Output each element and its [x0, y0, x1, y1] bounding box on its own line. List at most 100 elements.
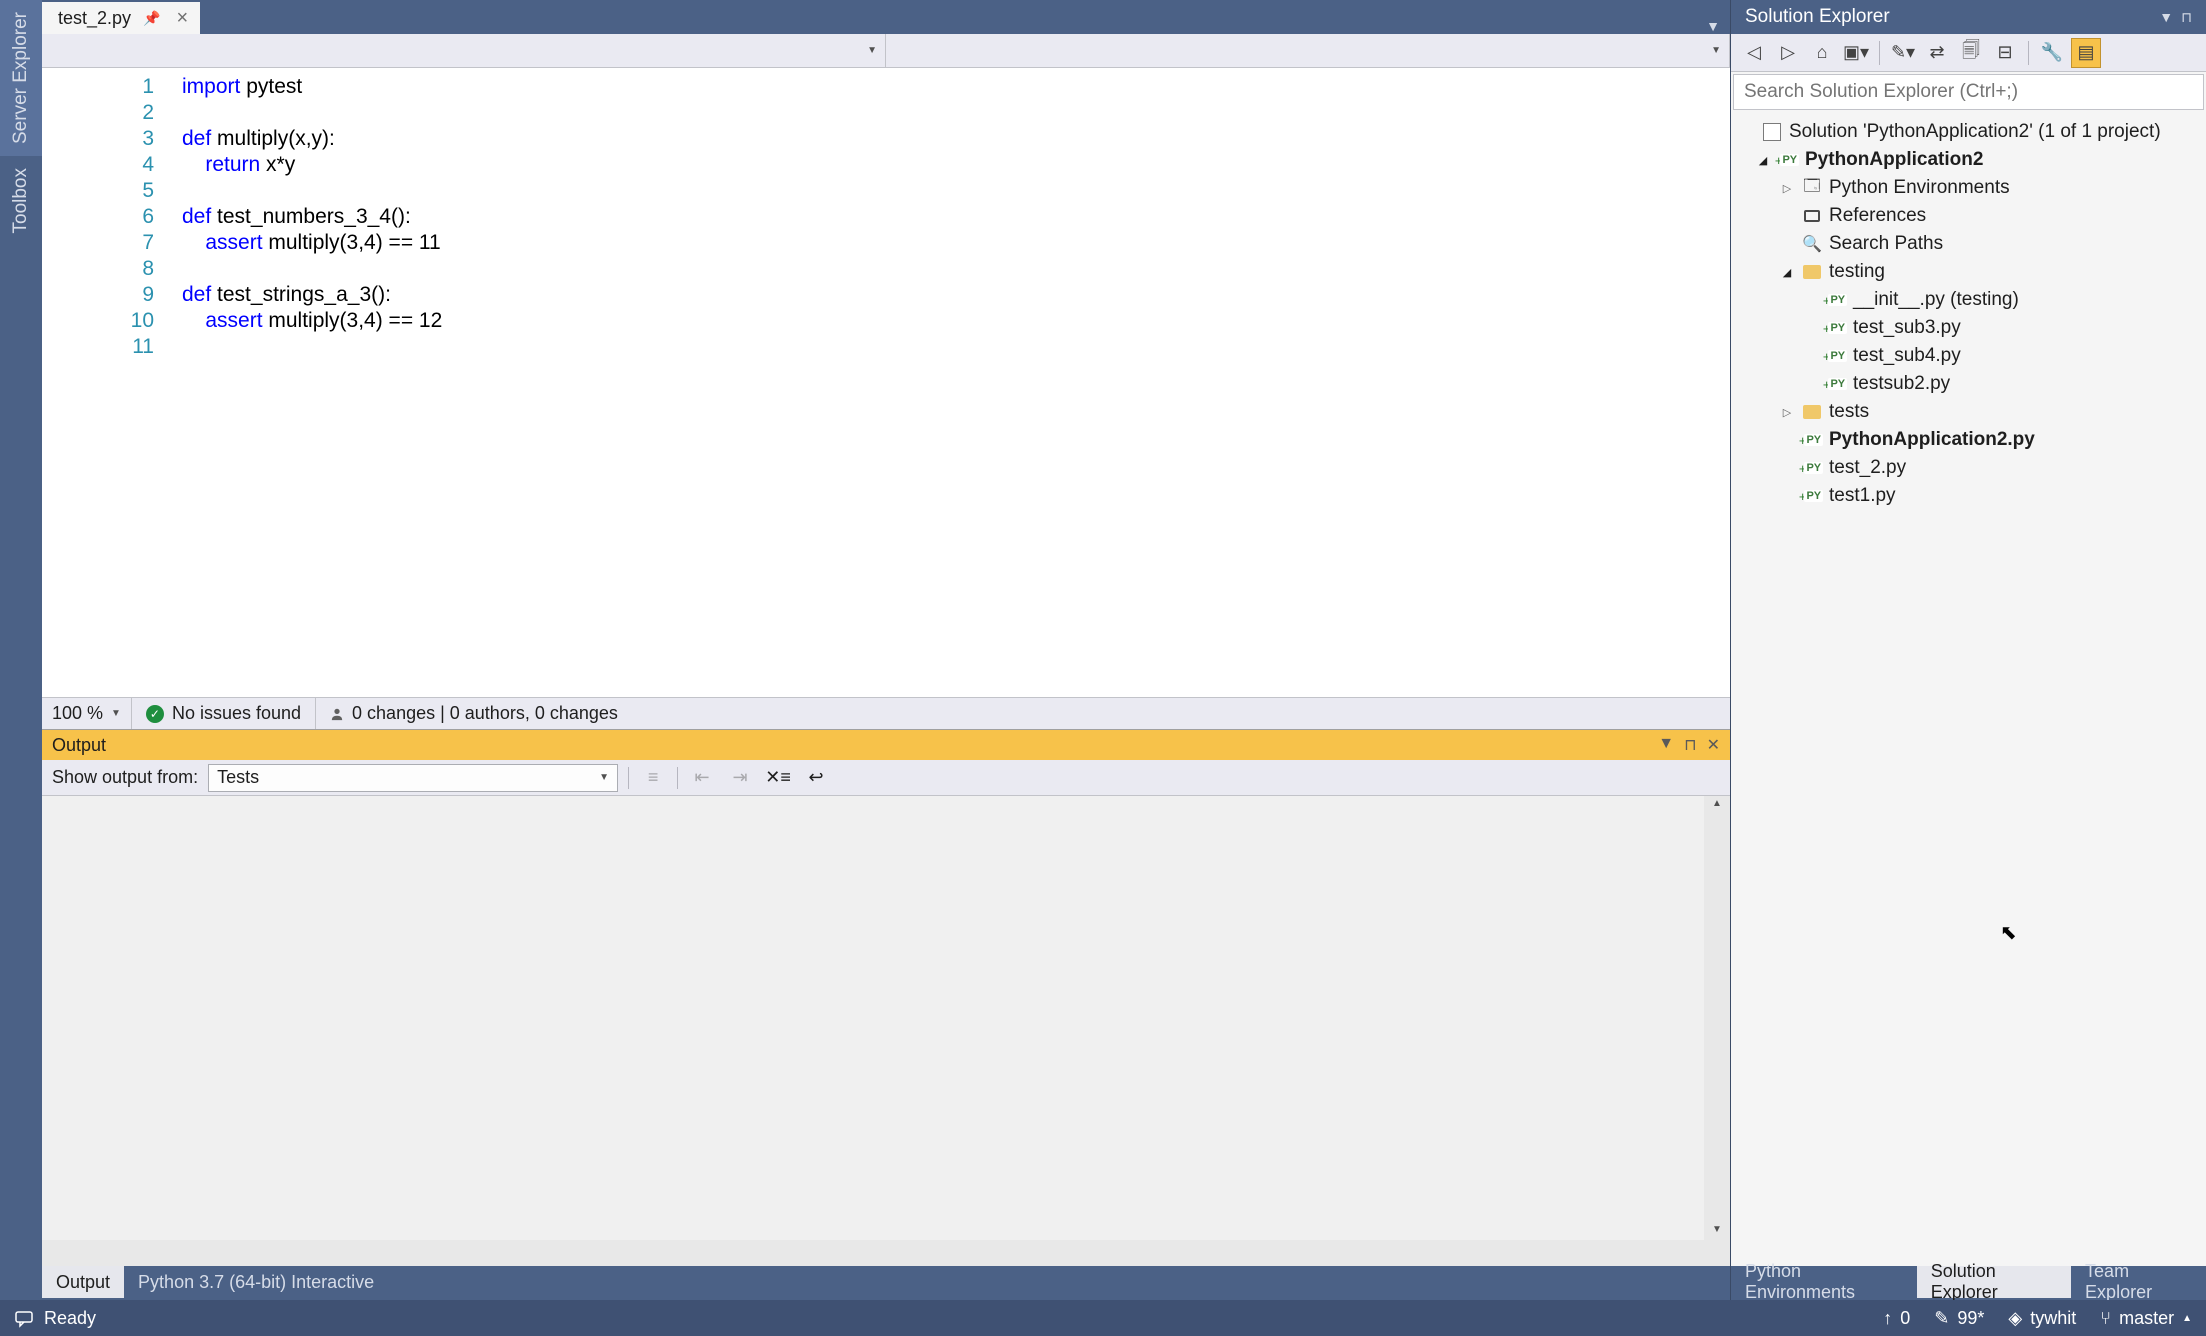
clear-all-icon[interactable]: ✕≡ — [764, 764, 792, 792]
tab-python-environments[interactable]: Python Environments — [1731, 1266, 1917, 1298]
references-node[interactable]: References — [1731, 202, 2206, 230]
project-node[interactable]: +PY PythonApplication2 — [1731, 146, 2206, 174]
tree-label: Python Environments — [1829, 177, 2010, 199]
tab-solution-explorer[interactable]: Solution Explorer — [1917, 1266, 2071, 1298]
chevron-down-icon: ▼ — [599, 772, 609, 783]
forward-icon[interactable]: ▷ — [1773, 38, 1803, 68]
tab-output[interactable]: Output — [42, 1266, 124, 1298]
sync-active-icon[interactable]: ⇄ — [1922, 38, 1952, 68]
tree-label: __init__.py (testing) — [1853, 289, 2019, 311]
scroll-up-icon[interactable]: ▲ — [1708, 798, 1726, 812]
user-icon — [330, 707, 344, 721]
word-wrap-icon[interactable]: ↩ — [802, 764, 830, 792]
file-test1[interactable]: +PY test1.py — [1731, 482, 2206, 510]
bottom-tool-tabs-left: Output Python 3.7 (64-bit) Interactive — [42, 1266, 1730, 1300]
tab-team-explorer[interactable]: Team Explorer — [2071, 1266, 2206, 1298]
folder-icon — [1801, 261, 1823, 283]
file-main-py[interactable]: +PY PythonApplication2.py — [1731, 426, 2206, 454]
expander-icon[interactable] — [1779, 182, 1795, 195]
tree-label: References — [1829, 205, 1926, 227]
solution-node[interactable]: Solution 'PythonApplication2' (1 of 1 pr… — [1731, 118, 2206, 146]
expander-icon[interactable] — [1779, 406, 1795, 419]
issues-indicator[interactable]: ✓ No issues found — [132, 698, 316, 729]
navigation-bar: ▼ ▼ — [42, 34, 1730, 68]
collapse-all-icon[interactable]: ⊟ — [1990, 38, 2020, 68]
separator — [628, 767, 629, 789]
scope-combo[interactable]: ▼ — [42, 34, 886, 67]
pin-icon[interactable]: 📌 — [143, 10, 160, 27]
user-name: tywhit — [2030, 1308, 2076, 1329]
next-icon[interactable]: ⇥ — [726, 764, 754, 792]
output-title: Output — [52, 735, 106, 756]
changes-label: 0 changes | 0 authors, 0 changes — [352, 703, 618, 724]
bottom-tool-tabs-right: Python Environments Solution Explorer Te… — [1731, 1266, 2206, 1300]
search-paths-node[interactable]: 🔍 Search Paths — [1731, 230, 2206, 258]
back-icon[interactable]: ◁ — [1739, 38, 1769, 68]
member-combo[interactable]: ▼ — [886, 34, 1730, 67]
file-test-sub4[interactable]: +PY test_sub4.py — [1731, 342, 2206, 370]
vertical-scrollbar[interactable]: ▲ ▼ — [1704, 796, 1730, 1240]
solution-tree[interactable]: Solution 'PythonApplication2' (1 of 1 pr… — [1731, 112, 2206, 1266]
previous-icon[interactable]: ⇤ — [688, 764, 716, 792]
tab-dropdown-icon[interactable]: ▼ — [1696, 18, 1730, 34]
branch-name: master — [2119, 1308, 2174, 1329]
close-icon[interactable]: × — [172, 7, 192, 30]
editor-tab-test2[interactable]: test_2.py 📌 × — [42, 2, 200, 34]
pin-icon[interactable]: ⊓ — [1684, 735, 1696, 755]
show-all-files-icon[interactable]: ▤ — [2071, 38, 2101, 68]
output-title-bar[interactable]: Output ▼ ⊓ ✕ — [42, 730, 1730, 760]
folder-testing-node[interactable]: testing — [1731, 258, 2206, 286]
zoom-combo[interactable]: 100 % ▼ — [42, 698, 132, 729]
file-init-py[interactable]: +PY __init__.py (testing) — [1731, 286, 2206, 314]
switch-views-icon[interactable]: ▣▾ — [1841, 38, 1871, 68]
toolbox-tab[interactable]: Toolbox — [0, 156, 42, 246]
tree-label: testing — [1829, 261, 1885, 283]
output-source-combo[interactable]: Tests ▼ — [208, 764, 618, 792]
close-icon[interactable]: ✕ — [1707, 735, 1720, 755]
pending-edits-button[interactable]: ✎ 99* — [1934, 1308, 1984, 1329]
tab-python-interactive[interactable]: Python 3.7 (64-bit) Interactive — [124, 1266, 388, 1298]
code-text[interactable]: import pytest def multiply(x,y): return … — [182, 68, 1730, 697]
folder-tests-node[interactable]: tests — [1731, 398, 2206, 426]
status-ready-label: Ready — [44, 1308, 96, 1329]
branch-button[interactable]: ⑂ master ▲ — [2100, 1308, 2192, 1329]
file-test2[interactable]: +PY test_2.py — [1731, 454, 2206, 482]
solution-search-box[interactable] — [1733, 74, 2204, 110]
find-message-icon[interactable]: ≡ — [639, 764, 667, 792]
tree-label: PythonApplication2 — [1805, 149, 1983, 171]
environment-icon: 🗔 — [1801, 177, 1823, 199]
tree-label: Solution 'PythonApplication2' (1 of 1 pr… — [1789, 121, 2161, 143]
feedback-icon[interactable] — [14, 1308, 34, 1328]
solution-search-input[interactable] — [1734, 75, 2203, 109]
code-editor[interactable]: 1234567891011 import pytest def multiply… — [42, 68, 1730, 697]
tree-label: testsub2.py — [1853, 373, 1950, 395]
pin-icon[interactable]: ⊓ — [2181, 9, 2192, 26]
publish-button[interactable]: ↑ 0 — [1883, 1308, 1910, 1329]
codelens-changes[interactable]: 0 changes | 0 authors, 0 changes — [316, 698, 632, 729]
python-file-icon: +PY — [1801, 429, 1823, 451]
file-testsub2[interactable]: +PY testsub2.py — [1731, 370, 2206, 398]
expander-icon[interactable] — [1779, 266, 1795, 279]
server-explorer-tab[interactable]: Server Explorer — [0, 0, 42, 156]
window-position-icon[interactable]: ▼ — [2159, 9, 2173, 26]
pending-edits-count: 99* — [1957, 1308, 1984, 1329]
chevron-down-icon: ▼ — [867, 45, 877, 56]
tree-label: test_sub4.py — [1853, 345, 1961, 367]
python-environments-node[interactable]: 🗔 Python Environments — [1731, 174, 2206, 202]
home-icon[interactable]: ⌂ — [1807, 38, 1837, 68]
solution-explorer-title-bar[interactable]: Solution Explorer ▼ ⊓ — [1731, 0, 2206, 34]
line-number-gutter: 1234567891011 — [42, 68, 182, 697]
scroll-down-icon[interactable]: ▼ — [1708, 1224, 1726, 1238]
file-test-sub3[interactable]: +PY test_sub3.py — [1731, 314, 2206, 342]
user-button[interactable]: ◈ tywhit — [2008, 1308, 2076, 1329]
refresh-icon[interactable]: 🗐 — [1956, 38, 1986, 68]
expander-icon[interactable] — [1755, 154, 1771, 167]
properties-icon[interactable]: 🔧 — [2037, 38, 2067, 68]
horizontal-scrollbar[interactable] — [42, 1240, 1730, 1266]
output-text-area[interactable]: ▲ ▼ — [42, 796, 1730, 1240]
search-paths-icon: 🔍 — [1801, 233, 1823, 255]
pending-changes-filter-icon[interactable]: ✎▾ — [1888, 38, 1918, 68]
issues-label: No issues found — [172, 703, 301, 724]
window-position-icon[interactable]: ▼ — [1658, 735, 1674, 755]
solution-explorer-panel: Solution Explorer ▼ ⊓ ◁ ▷ ⌂ ▣▾ ✎▾ ⇄ 🗐 ⊟ … — [1730, 0, 2206, 1300]
